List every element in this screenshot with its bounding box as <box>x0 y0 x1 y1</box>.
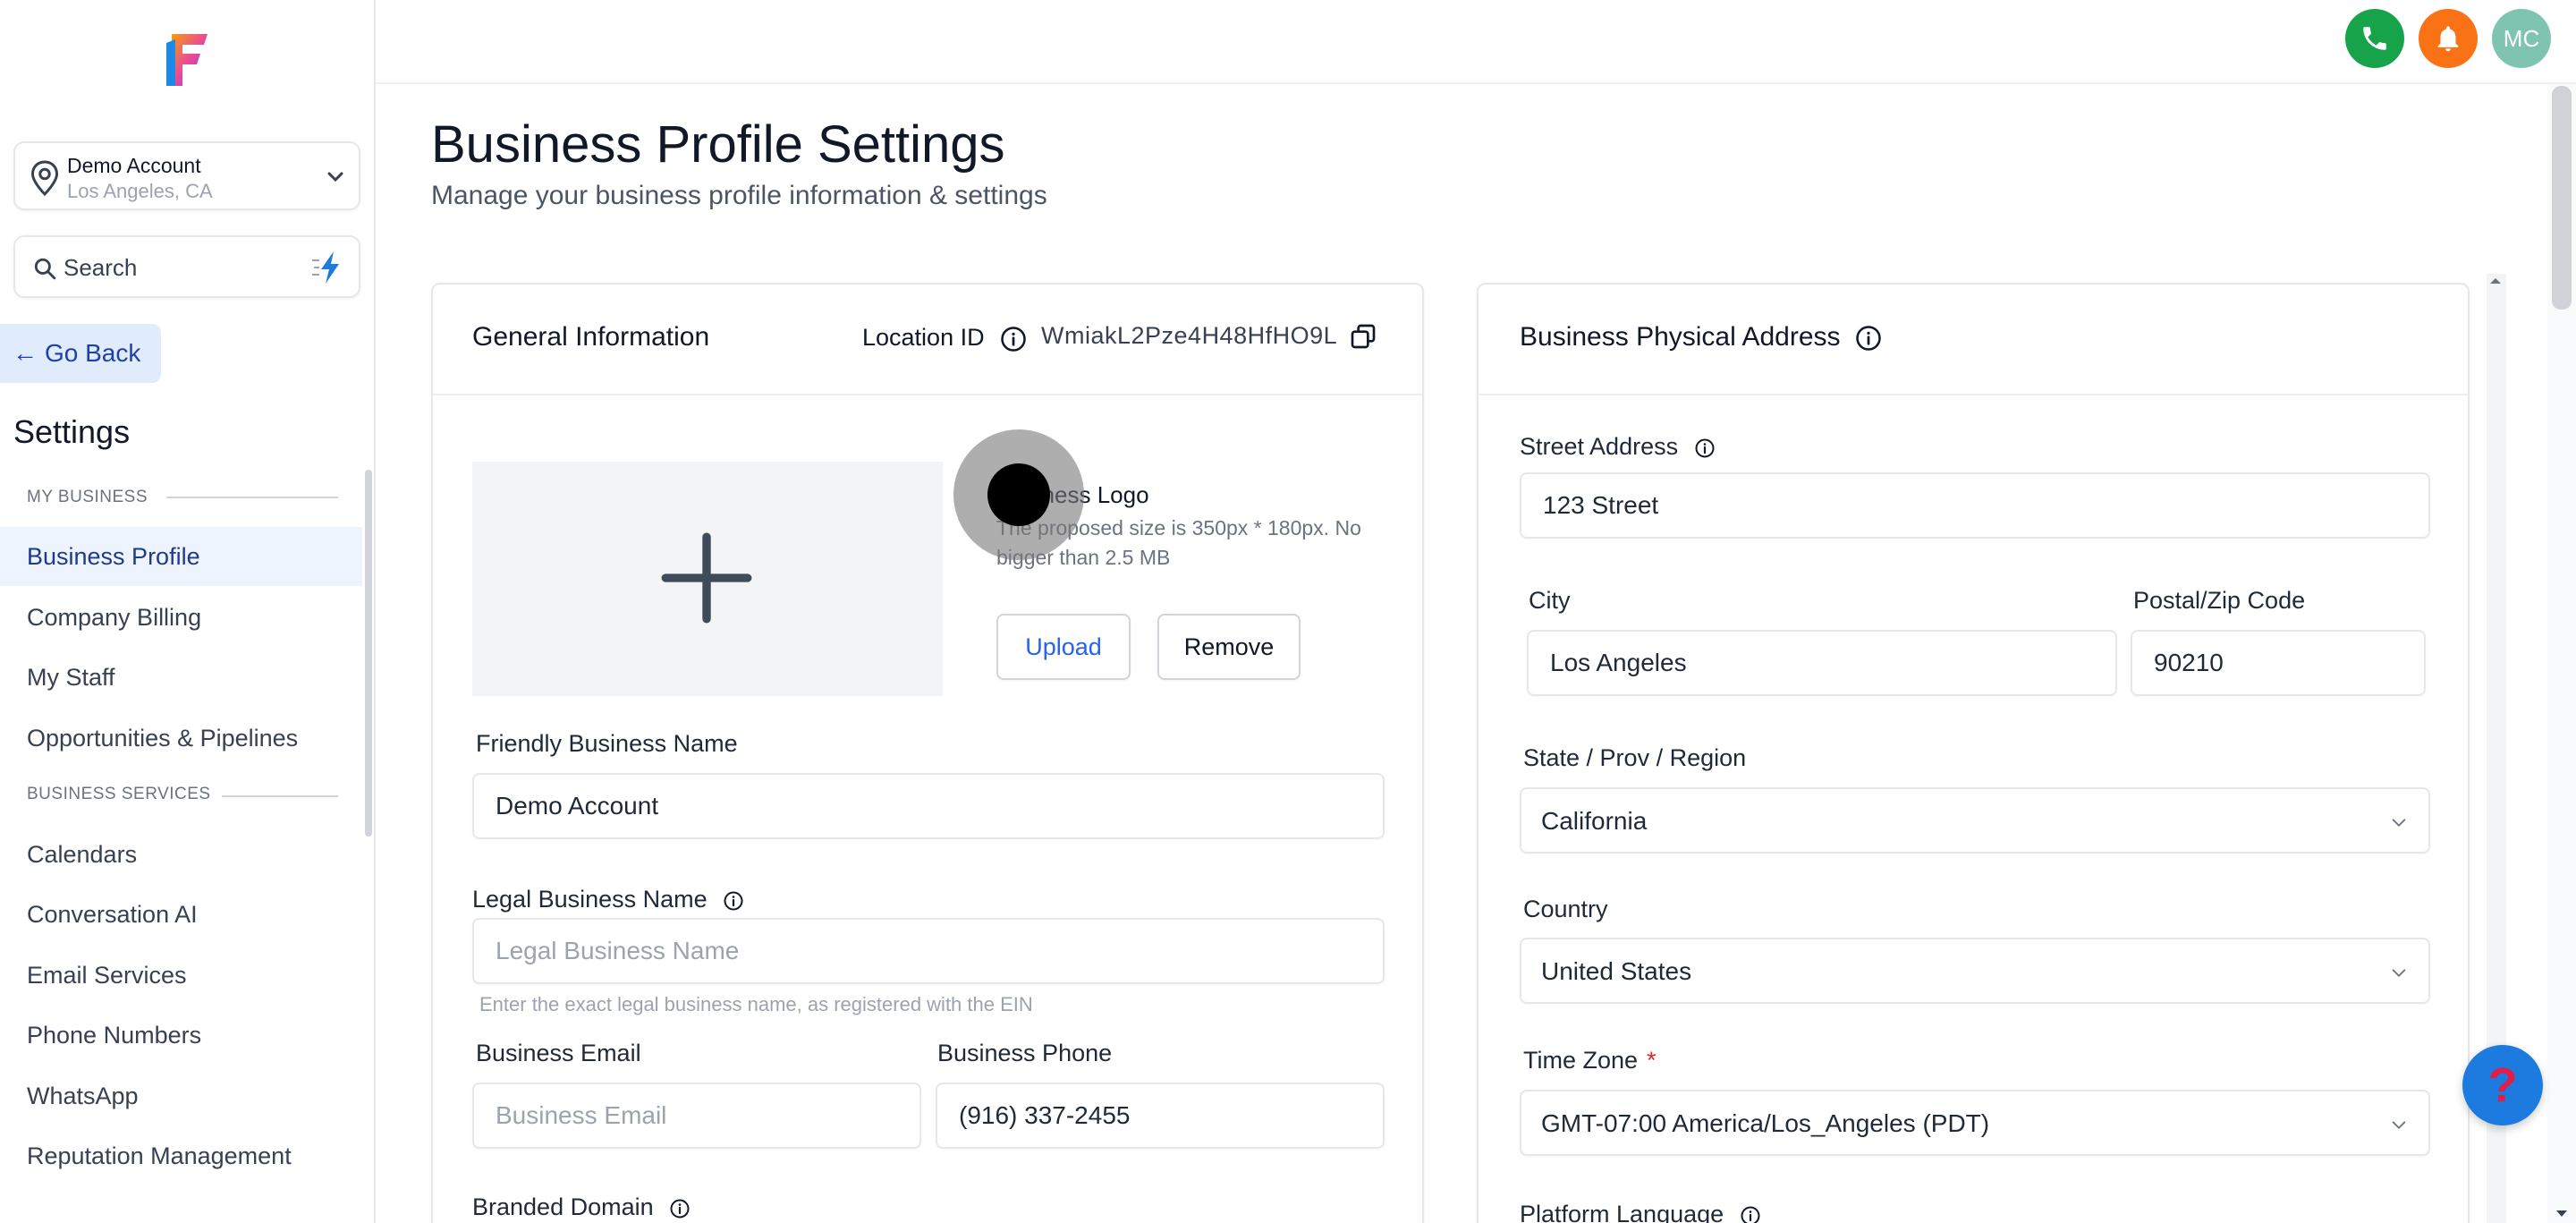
street-address-label: Street Address <box>1520 433 1679 460</box>
section-divider <box>222 795 338 797</box>
sidebar-item-reputation-management[interactable]: Reputation Management <box>0 1126 362 1185</box>
business-phone-input[interactable] <box>936 1083 1385 1149</box>
sidebar-item-phone-numbers[interactable]: Phone Numbers <box>0 1006 362 1065</box>
arrow-left-icon: ← <box>13 339 38 367</box>
legal-business-name-input[interactable] <box>472 918 1385 984</box>
general-information-title: General Information <box>472 322 710 352</box>
section-label-business-services: BUSINESS SERVICES <box>27 785 211 803</box>
state-select[interactable]: California <box>1520 787 2430 854</box>
business-physical-address-card: Business Physical Address Street Address… <box>1477 283 2470 1223</box>
platform-language-label: Platform Language <box>1520 1201 1724 1223</box>
info-icon[interactable] <box>1694 437 1716 459</box>
upload-button[interactable]: Upload <box>996 614 1131 680</box>
legal-business-name-label-row: Legal Business Name <box>472 886 744 913</box>
top-bar: MC <box>376 0 2576 84</box>
street-address-input[interactable] <box>1520 472 2430 539</box>
required-asterisk: * <box>1647 1047 1657 1074</box>
time-zone-label: Time Zone <box>1523 1047 1639 1074</box>
location-pin-icon <box>30 160 59 197</box>
sidebar-item-calendars[interactable]: Calendars <box>0 825 362 884</box>
friendly-business-name-input[interactable] <box>472 773 1385 839</box>
card-header: Business Physical Address <box>1479 285 2468 395</box>
settings-title: Settings <box>13 413 131 450</box>
go-back-label: Go Back <box>45 339 141 367</box>
search-icon <box>34 258 56 280</box>
chevron-down-icon <box>2392 969 2406 978</box>
street-address-label-row: Street Address <box>1520 433 1716 461</box>
legal-business-name-help: Enter the exact legal business name, as … <box>479 993 1033 1015</box>
info-icon[interactable] <box>1000 326 1027 352</box>
user-avatar[interactable]: MC <box>2492 9 2551 68</box>
sidebar-item-business-profile[interactable]: Business Profile <box>0 527 362 586</box>
time-zone-selected-value: GMT-07:00 America/Los_Angeles (PDT) <box>1541 1109 1990 1137</box>
business-physical-address-title: Business Physical Address <box>1520 322 1841 352</box>
page-scrollbar-thumb[interactable] <box>2552 86 2572 310</box>
account-name: Demo Account <box>67 154 201 177</box>
time-zone-label-row: Time Zone * <box>1523 1047 1657 1074</box>
sidebar-item-opportunities-pipelines[interactable]: Opportunities & Pipelines <box>0 709 362 768</box>
section-label-my-business: MY BUSINESS <box>27 488 148 506</box>
chevron-down-icon <box>2392 819 2406 828</box>
account-switcher[interactable]: Demo Account Los Angeles, CA <box>13 141 360 210</box>
location-id-label: Location ID <box>862 324 985 351</box>
state-label: State / Prov / Region <box>1523 744 1747 771</box>
search-box <box>13 235 360 298</box>
sidebar: Demo Account Los Angeles, CA ←Go Back Se… <box>0 0 376 1223</box>
country-select[interactable]: United States <box>1520 938 2430 1004</box>
phone-icon <box>2363 27 2386 50</box>
chevron-down-icon <box>327 172 343 183</box>
address-title-row: Business Physical Address <box>1520 322 1882 352</box>
search-input[interactable] <box>64 248 296 287</box>
branded-domain-label: Branded Domain <box>472 1193 654 1220</box>
page-title: Business Profile Settings <box>431 115 1005 174</box>
location-id-value: WmiakL2Pze4H48HfHO9L <box>1041 322 1338 349</box>
sidebar-item-company-billing[interactable]: Company Billing <box>0 588 362 647</box>
notifications-button[interactable] <box>2419 9 2478 68</box>
business-phone-label: Business Phone <box>937 1040 1113 1066</box>
postal-zip-code-input[interactable] <box>2131 630 2426 696</box>
platform-language-label-row: Platform Language <box>1520 1201 1761 1223</box>
city-input[interactable] <box>1527 630 2117 696</box>
sidebar-item-conversation-ai[interactable]: Conversation AI <box>0 885 362 944</box>
section-divider <box>166 497 338 498</box>
sidebar-item-whatsapp[interactable]: WhatsApp <box>0 1066 362 1125</box>
sidebar-item-my-staff[interactable]: My Staff <box>0 648 362 707</box>
page-subtitle: Manage your business profile information… <box>431 181 1047 210</box>
chevron-down-icon <box>2392 1121 2406 1130</box>
help-button[interactable]: ? <box>2462 1045 2543 1125</box>
time-zone-select[interactable]: GMT-07:00 America/Los_Angeles (PDT) <box>1520 1090 2430 1156</box>
country-selected-value: United States <box>1541 957 1692 985</box>
scroll-down-arrow-icon[interactable] <box>2555 1208 2569 1220</box>
info-icon[interactable] <box>1855 325 1882 352</box>
scroll-up-arrow-icon[interactable] <box>2487 274 2504 288</box>
go-back-button[interactable]: ← Go Back <box>0 324 161 383</box>
card-header: General Information Location ID WmiakL2P… <box>433 285 1422 395</box>
postal-zip-code-label: Postal/Zip Code <box>2133 587 2306 614</box>
copy-icon[interactable] <box>1349 322 1377 351</box>
sidebar-scrollbar[interactable] <box>365 470 372 837</box>
phone-button[interactable] <box>2345 9 2404 68</box>
country-label: Country <box>1523 896 1608 922</box>
info-icon[interactable] <box>669 1198 691 1219</box>
state-selected-value: California <box>1541 807 1648 835</box>
remove-button[interactable]: Remove <box>1157 614 1301 680</box>
info-icon[interactable] <box>723 890 744 912</box>
branded-domain-label-row: Branded Domain <box>472 1193 691 1221</box>
brand-logo[interactable] <box>161 30 211 89</box>
legal-business-name-label: Legal Business Name <box>472 886 708 913</box>
info-icon[interactable] <box>1740 1205 1761 1223</box>
city-label: City <box>1529 587 1571 614</box>
business-email-input[interactable] <box>472 1083 921 1149</box>
business-email-label: Business Email <box>476 1040 641 1066</box>
lightning-bolt-icon[interactable] <box>310 250 346 285</box>
friendly-business-name-label: Friendly Business Name <box>476 730 738 757</box>
bell-icon <box>2437 26 2459 52</box>
account-location: Los Angeles, CA <box>67 180 213 202</box>
plus-icon <box>661 532 752 624</box>
sidebar-item-email-services[interactable]: Email Services <box>0 946 362 1005</box>
click-indicator-dot <box>987 463 1050 526</box>
logo-upload-area[interactable] <box>472 462 943 696</box>
general-information-card: General Information Location ID WmiakL2P… <box>431 283 1424 1223</box>
